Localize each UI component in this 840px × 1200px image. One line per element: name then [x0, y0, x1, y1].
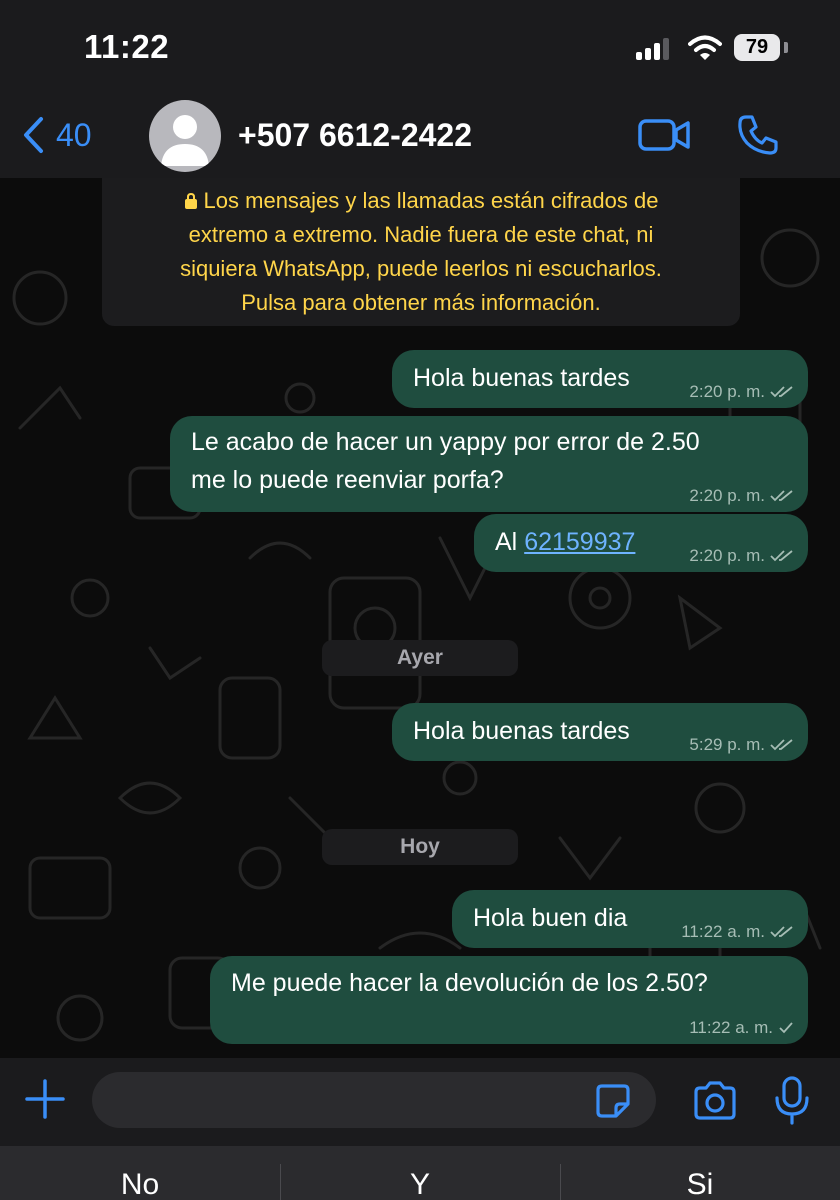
attach-button[interactable]: [24, 1078, 66, 1120]
message-prefix: Al: [495, 528, 525, 556]
back-chevron-icon: [24, 117, 43, 153]
date-separator: Ayer: [322, 640, 518, 676]
message-text: Hola buenas tardes: [413, 364, 630, 392]
message-meta: 5:29 p. m.: [689, 735, 794, 755]
message-time: 2:20 p. m.: [689, 546, 765, 565]
message-line: me lo puede reenviar porfa?: [191, 466, 504, 494]
phone-icon: [738, 115, 778, 155]
unread-count: 40: [56, 116, 92, 153]
double-check-icon: [770, 926, 793, 938]
double-check-icon: [770, 386, 793, 398]
message-bubble[interactable]: Al 62159937 2:20 p. m.: [474, 514, 808, 572]
chat-area[interactable]: Los mensajes y las llamadas están cifrad…: [0, 178, 840, 1058]
double-check-icon: [770, 550, 793, 562]
plus-icon: [25, 1079, 65, 1119]
chat-header: 40 +507 6612-2422: [0, 95, 840, 178]
keyboard-suggestions: No Y Si: [0, 1146, 840, 1200]
lock-icon: [184, 192, 197, 209]
message-bubble[interactable]: Hola buenas tardes 2:20 p. m.: [392, 350, 808, 408]
double-check-icon: [770, 490, 793, 502]
single-check-icon: [779, 1022, 793, 1034]
encryption-notice-line: Pulsa para obtener más información.: [241, 290, 601, 315]
message-text: Le acabo de hacer un yappy por error de …: [191, 423, 700, 499]
sticker-icon: [596, 1084, 630, 1118]
double-check-icon: [770, 739, 793, 751]
encryption-notice-line: Los mensajes y las llamadas están cifrad…: [102, 184, 740, 218]
suggestion-item[interactable]: Si: [560, 1146, 840, 1200]
message-text: Hola buen dia: [473, 904, 628, 932]
message-bubble[interactable]: Le acabo de hacer un yappy por error de …: [170, 416, 808, 512]
message-time: 11:22 a. m.: [681, 922, 765, 941]
message-time: 5:29 p. m.: [689, 735, 765, 754]
message-time: 2:20 p. m.: [689, 382, 765, 401]
message-meta: 11:22 a. m.: [689, 1018, 794, 1038]
sticker-button[interactable]: [594, 1082, 632, 1120]
message-input[interactable]: [92, 1072, 656, 1128]
message-meta: 2:20 p. m.: [689, 486, 794, 506]
video-call-button[interactable]: [638, 115, 690, 155]
message-time: 11:22 a. m.: [689, 1018, 773, 1037]
phone-number-link[interactable]: 62159937: [524, 528, 635, 556]
battery-icon: 79: [734, 34, 780, 61]
battery-tip: [784, 42, 788, 53]
video-icon: [638, 119, 690, 151]
message-meta: 11:22 a. m.: [681, 922, 794, 942]
back-button[interactable]: 40: [22, 115, 92, 155]
suggestion-item[interactable]: No: [0, 1146, 280, 1200]
mic-button[interactable]: [774, 1076, 810, 1126]
avatar-icon: [161, 115, 209, 166]
camera-icon: [694, 1081, 736, 1120]
message-bubble[interactable]: Me puede hacer la devolución de los 2.50…: [210, 956, 808, 1044]
wifi-icon: [688, 35, 722, 60]
message-text: Al 62159937: [495, 523, 635, 561]
message-bubble[interactable]: Hola buen dia 11:22 a. m.: [452, 890, 808, 948]
message-meta: 2:20 p. m.: [689, 382, 794, 402]
encryption-notice-line: extremo a extremo. Nadie fuera de este c…: [188, 222, 654, 247]
message-meta: 2:20 p. m.: [689, 546, 794, 566]
camera-button[interactable]: [692, 1078, 738, 1122]
message-time: 2:20 p. m.: [689, 486, 765, 505]
message-text: Hola buenas tardes: [413, 717, 630, 745]
status-bar: 11:22 79: [0, 0, 840, 95]
suggestion-item[interactable]: Y: [280, 1146, 560, 1200]
date-separator: Hoy: [322, 829, 518, 865]
mic-icon: [775, 1076, 809, 1125]
avatar[interactable]: [149, 100, 221, 172]
message-text: Me puede hacer la devolución de los 2.50…: [231, 969, 708, 997]
message-line: Le acabo de hacer un yappy por error de …: [191, 428, 700, 456]
message-bubble[interactable]: Hola buenas tardes 5:29 p. m.: [392, 703, 808, 761]
contact-name[interactable]: +507 6612-2422: [238, 117, 472, 154]
encryption-notice-line: siquiera WhatsApp, puede leerlos ni escu…: [180, 256, 662, 281]
voice-call-button[interactable]: [736, 113, 780, 157]
composer-bar: [0, 1058, 840, 1146]
encryption-notice[interactable]: Los mensajes y las llamadas están cifrad…: [102, 178, 740, 326]
status-time: 11:22: [84, 28, 170, 65]
signal-icon: [636, 38, 672, 60]
